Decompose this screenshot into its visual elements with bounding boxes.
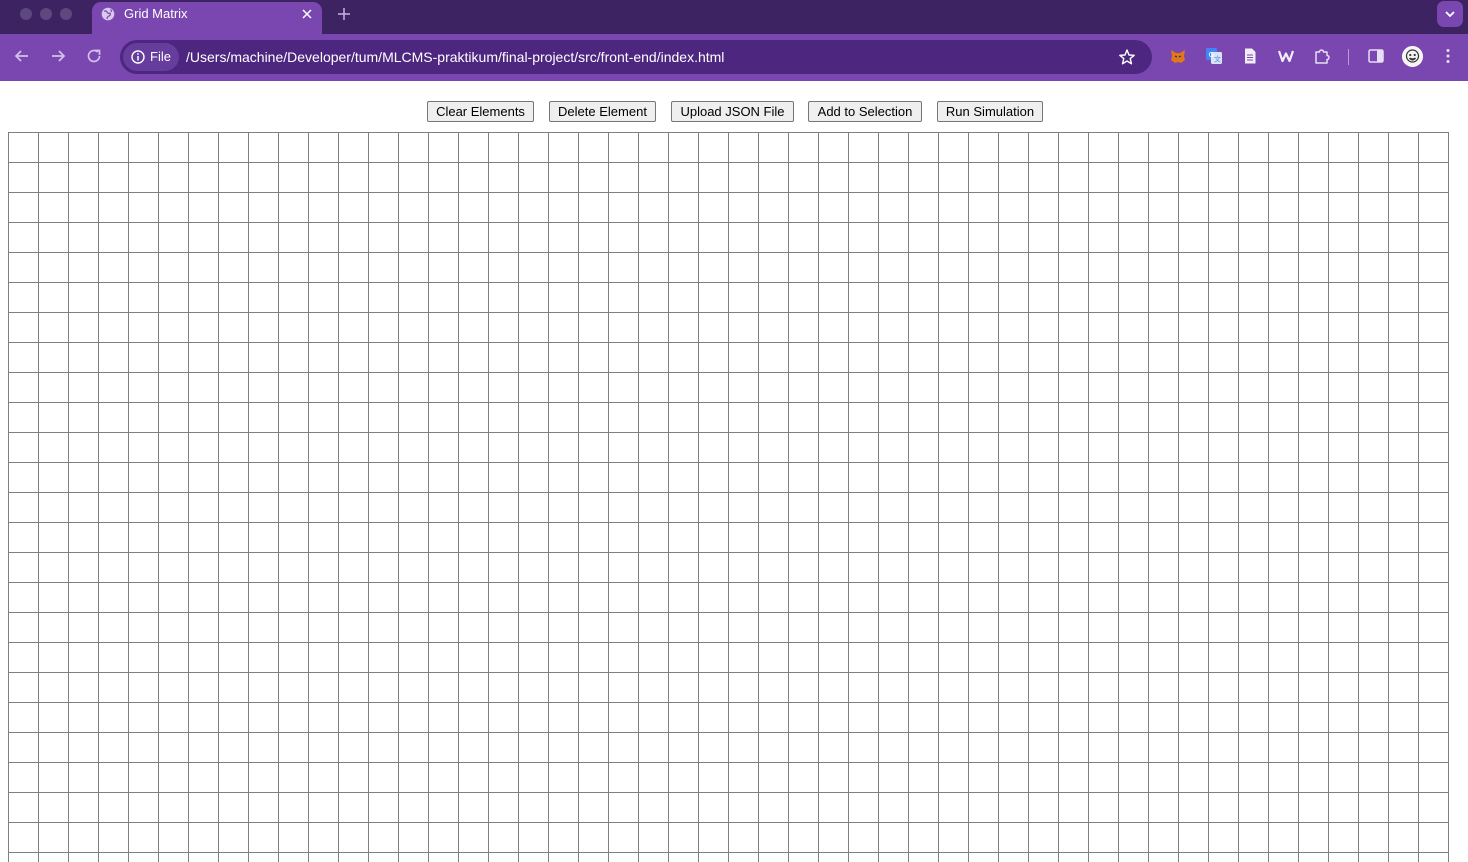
chevron-down-icon [1445,11,1455,18]
browser-toolbar: File /Users/machine/Developer/tum/MLCMS-… [0,34,1468,81]
site-info-chip[interactable]: File [123,43,179,71]
w-extension-icon[interactable] [1277,47,1295,65]
tab-title: Grid Matrix [124,6,188,21]
profile-avatar[interactable] [1402,46,1423,67]
info-icon [131,50,145,64]
extensions-puzzle-icon[interactable] [1313,47,1331,65]
close-icon[interactable] [300,7,314,21]
clear-elements-button[interactable]: Clear Elements [427,101,534,122]
kebab-menu-icon[interactable] [1439,47,1457,65]
bookmark-star-icon[interactable] [1118,48,1136,66]
document-icon[interactable] [1241,47,1259,65]
url-text[interactable]: /Users/machine/Developer/tum/MLCMS-prakt… [186,48,724,66]
toolbar-divider [1348,49,1349,65]
tab-search-button[interactable] [1437,1,1463,27]
side-panel-icon[interactable] [1367,47,1385,65]
google-translate-icon[interactable]: G 文 [1205,47,1223,65]
tab-strip: Grid Matrix [0,0,1468,34]
metamask-fox-icon[interactable] [1169,47,1187,65]
delete-element-button[interactable]: Delete Element [549,101,656,122]
page-content: Clear Elements Delete Element Upload JSO… [0,81,1468,862]
tab-grid-matrix[interactable]: Grid Matrix [92,2,322,34]
svg-text:文: 文 [1214,55,1221,64]
back-arrow-icon[interactable] [12,46,32,66]
address-bar[interactable]: File /Users/machine/Developer/tum/MLCMS-… [120,40,1152,74]
add-to-selection-button[interactable]: Add to Selection [808,101,922,122]
window-close-control[interactable] [20,8,32,20]
profile-face-icon [1405,49,1420,63]
site-info-label: File [150,49,171,64]
upload-json-button[interactable]: Upload JSON File [671,101,794,122]
new-tab-icon[interactable] [336,6,352,22]
run-simulation-button[interactable]: Run Simulation [937,101,1043,122]
globe-icon [101,7,115,21]
forward-arrow-icon[interactable] [48,46,68,66]
window-zoom-control[interactable] [60,8,72,20]
grid-matrix[interactable] [8,132,1449,862]
window-minimize-control[interactable] [40,8,52,20]
reload-icon[interactable] [84,46,104,66]
